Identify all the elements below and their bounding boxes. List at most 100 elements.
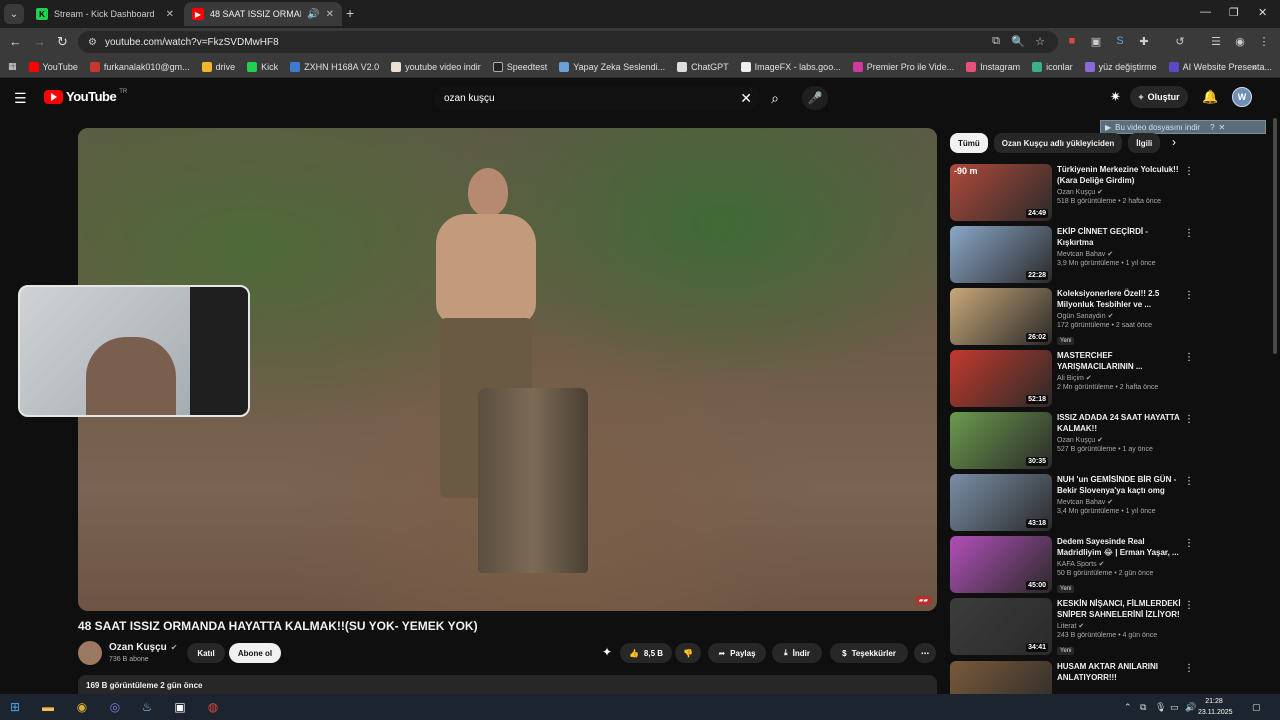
site-info-icon[interactable]: ⚙ bbox=[88, 37, 97, 48]
recommendation-card[interactable]: 52:18 MASTERCHEF YARIŞMACILARININ ... Ali … bbox=[950, 350, 1195, 408]
extension-icon[interactable]: ■ bbox=[1066, 35, 1078, 47]
recommendation-card[interactable]: 26:02 Koleksiyonerlere Özel!! 2.5 Milyonl… bbox=[950, 288, 1195, 346]
chip-all[interactable]: Tümü bbox=[950, 133, 988, 153]
recommendation-title[interactable]: Koleksiyonerlere Özel!! 2.5 Milyonluk Te… bbox=[1057, 288, 1182, 310]
video-thumbnail[interactable]: 52:18 bbox=[950, 350, 1052, 407]
download-button[interactable]: ⤓ İndir bbox=[772, 643, 822, 663]
video-thumbnail[interactable]: 34:41 bbox=[950, 598, 1052, 655]
more-actions-button[interactable]: ⋯ bbox=[914, 643, 936, 663]
bookmark-gmail[interactable]: furkanalak010@gm... bbox=[89, 61, 190, 72]
extensions-puzzle-icon[interactable]: ✚ bbox=[1138, 35, 1150, 48]
more-options-icon[interactable]: ⋮ bbox=[1184, 600, 1194, 611]
tray-icon[interactable]: ⧉ bbox=[1140, 702, 1146, 713]
more-menu-icon[interactable]: ⋮ bbox=[1258, 35, 1270, 48]
more-options-icon[interactable]: ⋮ bbox=[1184, 352, 1194, 363]
subscribe-button[interactable]: Abone ol bbox=[229, 643, 281, 663]
back-icon[interactable]: ← bbox=[9, 34, 22, 49]
close-icon[interactable]: ✕ bbox=[326, 9, 334, 20]
chrome-icon[interactable]: ◉ bbox=[73, 698, 91, 716]
chip-from-uploader[interactable]: Ozan Kuşçu adlı yükleyiciden bbox=[993, 133, 1123, 153]
recommendation-card[interactable]: 22:28 EKİP CİNNET GEÇİRDİ - Kışkırtma Mevt… bbox=[950, 226, 1195, 284]
bookmark-yapay-zeka[interactable]: Yapay Zeka Seslendi... bbox=[559, 61, 665, 72]
create-button[interactable]: + Oluştur bbox=[1130, 86, 1188, 108]
more-options-icon[interactable]: ⋮ bbox=[1184, 538, 1194, 549]
recommendation-card[interactable]: 45:00 Dedem Sayesinde Real Madridliyim 😂 … bbox=[950, 536, 1195, 594]
notifications-bell-icon[interactable]: 🔔 bbox=[1202, 89, 1218, 105]
channel-avatar[interactable] bbox=[78, 641, 102, 665]
close-icon[interactable]: ✕ bbox=[1219, 123, 1226, 132]
recommendation-title[interactable]: Türkiyenin Merkezine Yolculuk!! (Kara De… bbox=[1057, 164, 1182, 186]
join-button[interactable]: Katıl bbox=[187, 643, 225, 663]
install-icon[interactable]: ⧉ bbox=[990, 35, 1002, 47]
recommendation-channel[interactable]: Mevtcan Bahav ✔ bbox=[1057, 250, 1182, 258]
restore-icon[interactable]: ❐ bbox=[1229, 6, 1239, 19]
recommendation-channel[interactable]: Ogün Sanaydın ✔ bbox=[1057, 312, 1182, 320]
more-options-icon[interactable]: ⋮ bbox=[1184, 166, 1194, 177]
bookmark-drive[interactable]: drive bbox=[201, 61, 235, 72]
recommendation-channel[interactable]: Ozan Kuşçu ✔ bbox=[1057, 436, 1182, 444]
more-options-icon[interactable]: ⋮ bbox=[1184, 228, 1194, 239]
network-icon[interactable]: ▭ bbox=[1170, 702, 1179, 713]
recommendation-title[interactable]: HUSAM AKTAR ANILARINI ANLATIYORR!!! bbox=[1057, 661, 1182, 683]
search-input[interactable]: ozan kuşçu ✕ bbox=[434, 86, 760, 110]
extension-icon[interactable]: ▣ bbox=[1090, 35, 1102, 48]
obs-icon[interactable]: ◍ bbox=[204, 698, 222, 716]
app-icon[interactable]: ▣ bbox=[171, 698, 189, 716]
recommendation-card[interactable]: -90 m 24:49 Türkiyenin Merkezine Yolculuk!… bbox=[950, 164, 1195, 222]
more-options-icon[interactable]: ⋮ bbox=[1184, 290, 1194, 301]
recommendation-channel[interactable]: Ozan Kuşçu ✔ bbox=[1057, 188, 1182, 196]
scrollbar[interactable] bbox=[1272, 118, 1278, 688]
bookmark-kick[interactable]: Kick bbox=[247, 61, 278, 72]
share-button[interactable]: ➦ Paylaş bbox=[708, 643, 766, 663]
recommendation-card[interactable]: 30:35 ISSIZ ADADA 24 SAAT HAYATTA KALMAK!… bbox=[950, 412, 1195, 470]
bookmark-speedtest[interactable]: Speedtest bbox=[492, 61, 547, 72]
video-thumbnail[interactable]: -90 m 24:49 bbox=[950, 164, 1052, 221]
bookmark-instagram[interactable]: Instagram bbox=[966, 61, 1020, 72]
minimize-icon[interactable]: — bbox=[1200, 6, 1211, 18]
bookmark-yuz-degistirme[interactable]: yüz değiştirme bbox=[1084, 61, 1157, 72]
recommendation-title[interactable]: NUH 'un GEMİSİNDE BİR GÜN - Bekir Sloven… bbox=[1057, 474, 1182, 496]
channel-name[interactable]: Ozan Kuşçu ✔ bbox=[109, 642, 178, 653]
thanks-button[interactable]: $ Teşekkürler bbox=[830, 643, 908, 663]
apps-grid-icon[interactable]: ▦ bbox=[8, 61, 17, 72]
recommendation-title[interactable]: Dedem Sayesinde Real Madridliyim 😂 | Erm… bbox=[1057, 536, 1182, 558]
chip-related[interactable]: İlgili bbox=[1128, 133, 1161, 153]
bookmark-star-icon[interactable]: ☆ bbox=[1034, 35, 1046, 48]
profile-icon[interactable]: ◉ bbox=[1234, 35, 1246, 48]
bookmark-chatgpt[interactable]: ChatGPT bbox=[677, 61, 729, 72]
new-tab-button[interactable]: + bbox=[346, 5, 354, 21]
recommendation-title[interactable]: EKİP CİNNET GEÇİRDİ - Kışkırtma bbox=[1057, 226, 1182, 248]
app-icon[interactable]: ◎ bbox=[106, 698, 124, 716]
recommendation-card[interactable]: 43:18 NUH 'un GEMİSİNDE BİR GÜN - Bekir S… bbox=[950, 474, 1195, 532]
video-thumbnail[interactable]: 22:28 bbox=[950, 226, 1052, 283]
bookmark-premiere[interactable]: Premier Pro ile Vide... bbox=[852, 61, 954, 72]
youtube-logo[interactable]: YouTube TR bbox=[44, 89, 127, 104]
tab-kick-dashboard[interactable]: K Stream - Kick Dashboard ✕ bbox=[28, 2, 182, 26]
close-icon[interactable]: ✕ bbox=[166, 9, 174, 20]
video-thumbnail[interactable]: 43:18 bbox=[950, 474, 1052, 531]
windows-start-icon[interactable]: ⊞ bbox=[6, 698, 24, 716]
more-bookmarks-icon[interactable]: » bbox=[1252, 62, 1257, 72]
bookmark-youtube[interactable]: YouTube bbox=[28, 61, 78, 72]
more-options-icon[interactable]: ⋮ bbox=[1184, 663, 1194, 674]
video-thumbnail[interactable]: 45:00 bbox=[950, 536, 1052, 593]
reload-icon[interactable]: ↻ bbox=[57, 34, 68, 50]
close-window-icon[interactable]: ✕ bbox=[1258, 6, 1267, 19]
cast-icon[interactable]: ✷ bbox=[1110, 89, 1121, 105]
recommendation-title[interactable]: MASTERCHEF YARIŞMACILARININ ... bbox=[1057, 350, 1182, 372]
recommendation-channel[interactable]: Literat ✔ bbox=[1057, 622, 1182, 630]
tab-youtube-video[interactable]: ▶ 48 SAAT ISSIZ ORMANDA H 🔊 ✕ bbox=[184, 2, 342, 26]
notification-center-icon[interactable]: ▢ bbox=[1252, 702, 1261, 713]
recommendation-title[interactable]: ISSIZ ADADA 24 SAAT HAYATTA KALMAK!! bbox=[1057, 412, 1182, 434]
recommendation-channel[interactable]: Ali Biçim ✔ bbox=[1057, 374, 1182, 382]
steam-icon[interactable]: ♨ bbox=[138, 698, 156, 716]
microphone-tray-icon[interactable]: 🎙 bbox=[1155, 702, 1166, 713]
address-bar[interactable]: ⚙ youtube.com/watch?v=FkzSVDMwHF8 bbox=[78, 31, 1058, 53]
search-icon[interactable]: ⌕ bbox=[760, 86, 790, 110]
recommendation-channel[interactable]: Mevtcan Bahav ✔ bbox=[1057, 498, 1182, 506]
chevron-right-icon[interactable]: › bbox=[1172, 135, 1176, 149]
video-thumbnail[interactable]: 26:02 bbox=[950, 288, 1052, 345]
taskbar-clock[interactable]: 21:28 23.11.2025 bbox=[1198, 696, 1233, 718]
bookmark-imagefx[interactable]: ImageFX - labs.goo... bbox=[740, 61, 841, 72]
download-video-banner[interactable]: ▶ Bu video dosyasını indir ? ✕ bbox=[1100, 120, 1266, 134]
